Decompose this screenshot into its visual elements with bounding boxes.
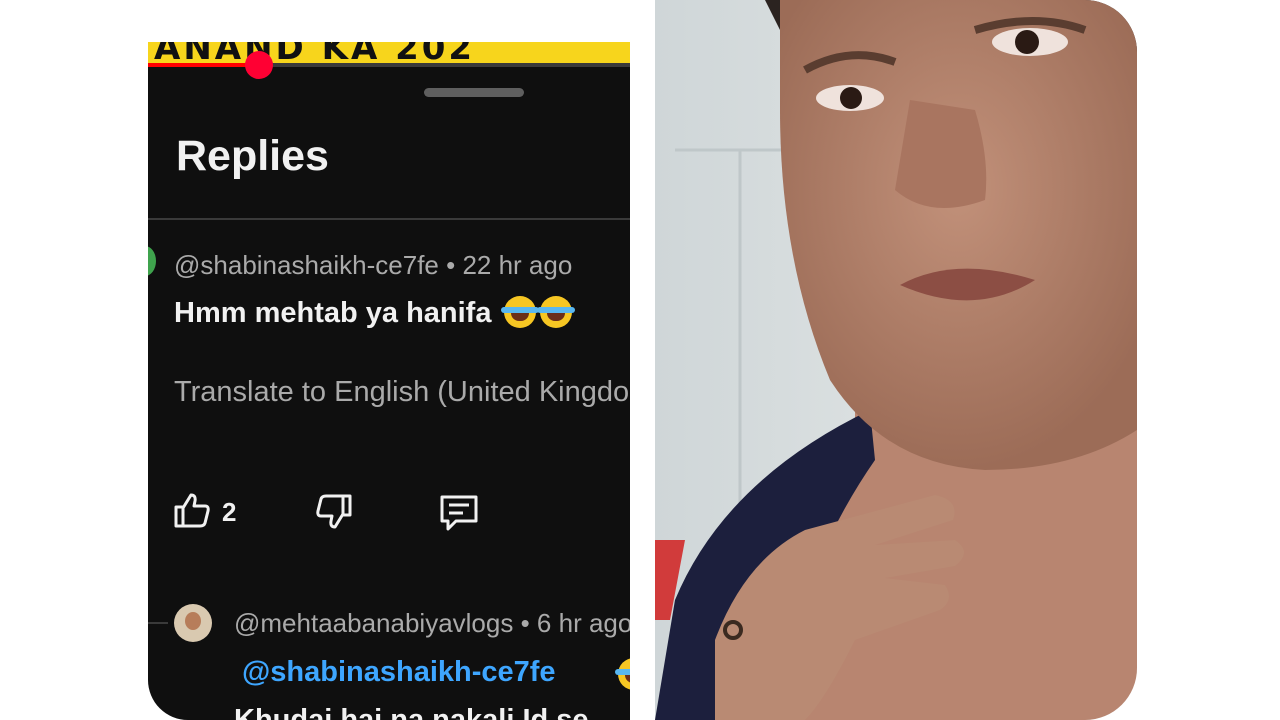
replies-title: Replies — [176, 132, 329, 180]
comment-time: • 6 hr ago — [520, 608, 630, 638]
avatar[interactable] — [148, 246, 156, 276]
comment-time: • 22 hr ago — [446, 250, 573, 280]
comment-handle[interactable]: @shabinashaikh-ce7fe — [174, 250, 439, 280]
comment-body: Hmm mehtab ya hanifa — [174, 297, 492, 329]
comment-meta: @shabinashaikh-ce7fe • 22 hr ago — [174, 250, 572, 281]
thumbs-down-icon — [314, 492, 354, 537]
laughing-emoji-icon — [500, 296, 539, 328]
comment-text: Hmm mehtab ya hanifa — [174, 296, 575, 330]
comment-body: Khudai hai na nakali Id se — [234, 704, 589, 720]
dislike-button[interactable] — [314, 492, 354, 537]
progress-fill — [148, 63, 259, 67]
progress-scrubber[interactable] — [244, 51, 273, 79]
like-count: 2 — [222, 497, 237, 527]
divider — [148, 218, 630, 220]
laughing-emoji-icon — [615, 658, 630, 690]
video-banner: ANAND KA 202 — [148, 42, 630, 64]
laughing-emoji-icon — [536, 296, 575, 328]
translate-link[interactable]: Translate to English (United Kingdom) — [174, 376, 630, 409]
like-button[interactable]: 2 — [172, 490, 236, 535]
reply-comment-icon — [438, 492, 480, 539]
avatar[interactable] — [174, 604, 212, 642]
comment-handle[interactable]: @mehtaabanabiyavlogs — [234, 608, 513, 638]
video-progress-bar[interactable] — [148, 51, 630, 79]
banner-text: ANAND KA 202 — [154, 42, 476, 64]
drag-handle[interactable] — [424, 88, 524, 97]
reply-button[interactable] — [438, 492, 480, 539]
mention-link[interactable]: @shabinashaikh-ce7fe — [242, 656, 556, 689]
person-photo — [655, 0, 1137, 720]
comment-meta: @mehtaabanabiyavlogs • 6 hr ago — [234, 608, 630, 639]
thumbs-up-icon — [172, 490, 212, 535]
thread-line — [148, 622, 168, 624]
replies-screenshot: ANAND KA 202 Replies @shabinashaikh-ce7f… — [148, 42, 630, 720]
